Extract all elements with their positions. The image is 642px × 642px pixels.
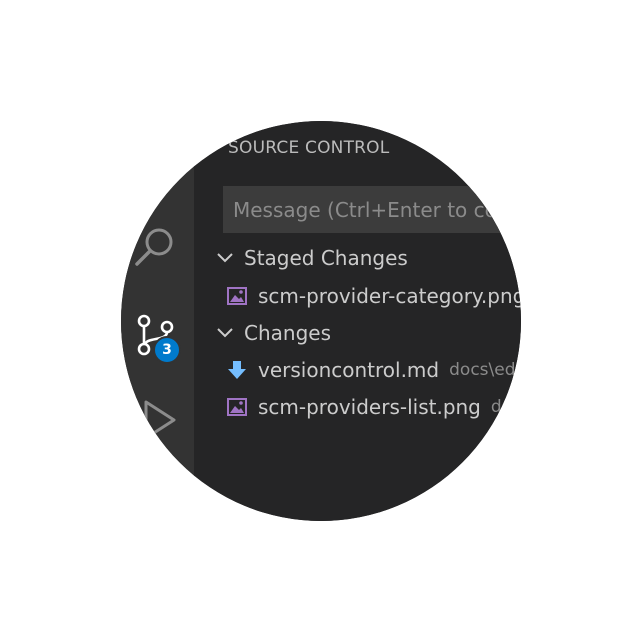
commit-message-input[interactable]: [233, 187, 521, 232]
chevron-down-icon: [214, 316, 236, 350]
chevron-down-icon: [214, 241, 236, 275]
run-icon[interactable]: [140, 398, 180, 442]
image-file-icon: [226, 396, 248, 418]
search-icon[interactable]: [133, 224, 177, 268]
file-item[interactable]: scm-providers-list.png docs\editor\image…: [226, 390, 521, 424]
file-name: versioncontrol.md: [258, 358, 440, 382]
group-header-changes[interactable]: Changes: [214, 316, 331, 350]
image-file-icon: [226, 285, 248, 307]
magnifier-circle: 3 SOURCE CONTROL Message (Ctrl+Enter to …: [121, 121, 521, 521]
vscode-window: 3 SOURCE CONTROL Message (Ctrl+Enter to …: [121, 121, 521, 521]
activity-bar: 3: [121, 121, 194, 521]
file-name: scm-providers-list.png: [258, 395, 481, 419]
group-label: Staged Changes: [244, 246, 408, 270]
download-arrow-icon: [226, 359, 248, 381]
file-name: scm-provider-category.png: [258, 284, 521, 308]
file-path: docs\editor\images: [490, 397, 521, 417]
screenshot-stage: 3 SOURCE CONTROL Message (Ctrl+Enter to …: [0, 0, 642, 642]
file-path: docs\editor: [449, 360, 521, 380]
panel-title: SOURCE CONTROL: [228, 138, 390, 158]
file-item[interactable]: versioncontrol.md docs\editor: [226, 353, 521, 387]
commit-message-box: [223, 186, 521, 233]
source-control-badge: 3: [153, 336, 181, 364]
group-label: Changes: [244, 321, 331, 345]
file-item[interactable]: scm-provider-category.png: [226, 279, 521, 313]
group-header-staged-changes[interactable]: Staged Changes: [214, 241, 408, 275]
